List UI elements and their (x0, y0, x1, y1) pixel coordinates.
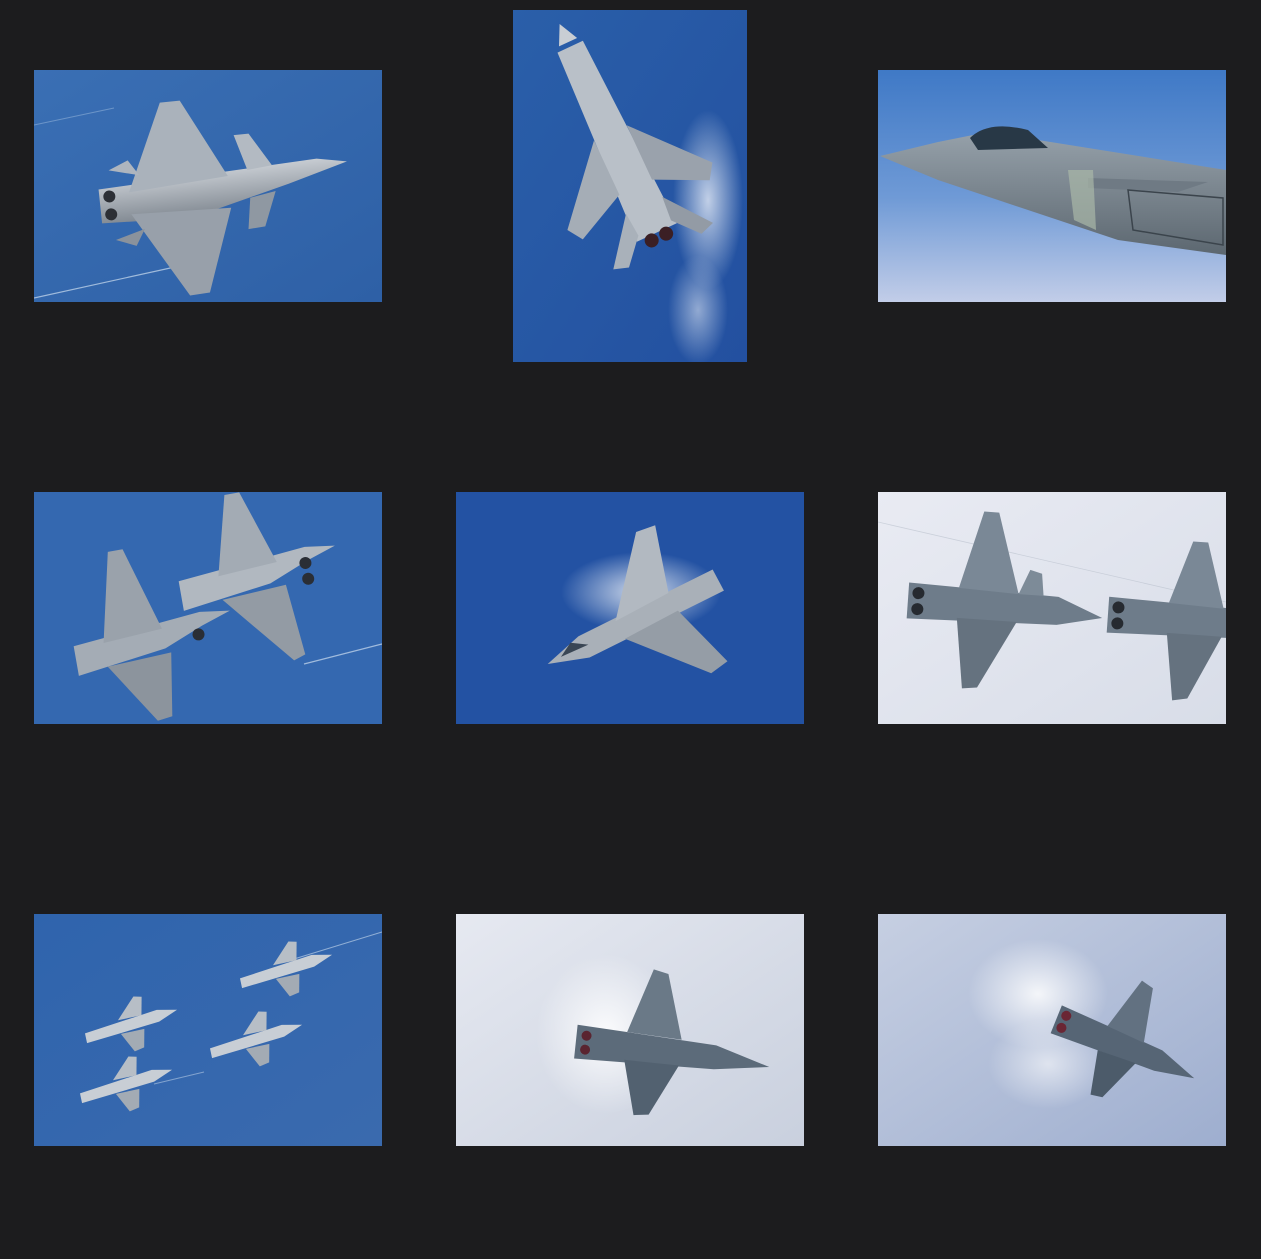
photo-gallery-grid (0, 0, 1261, 1259)
gallery-thumbnail-4[interactable] (34, 492, 382, 724)
gallery-thumbnail-1[interactable] (34, 70, 382, 302)
gallery-thumbnail-8[interactable] (456, 914, 804, 1146)
gallery-thumbnail-6[interactable] (878, 492, 1226, 724)
jet-photo-1 (34, 70, 382, 302)
gallery-thumbnail-7[interactable] (34, 914, 382, 1146)
jet-photo-6 (878, 492, 1226, 724)
gallery-thumbnail-2[interactable] (513, 10, 747, 362)
jet-photo-8 (456, 914, 804, 1146)
jet-photo-3 (878, 70, 1226, 302)
jet-photo-9 (878, 914, 1226, 1146)
jet-photo-5 (456, 492, 804, 724)
gallery-thumbnail-9[interactable] (878, 914, 1226, 1146)
jet-photo-4 (34, 492, 382, 724)
jet-photo-2 (513, 10, 747, 362)
gallery-thumbnail-3[interactable] (878, 70, 1226, 302)
jet-photo-7 (34, 914, 382, 1146)
gallery-thumbnail-5[interactable] (456, 492, 804, 724)
